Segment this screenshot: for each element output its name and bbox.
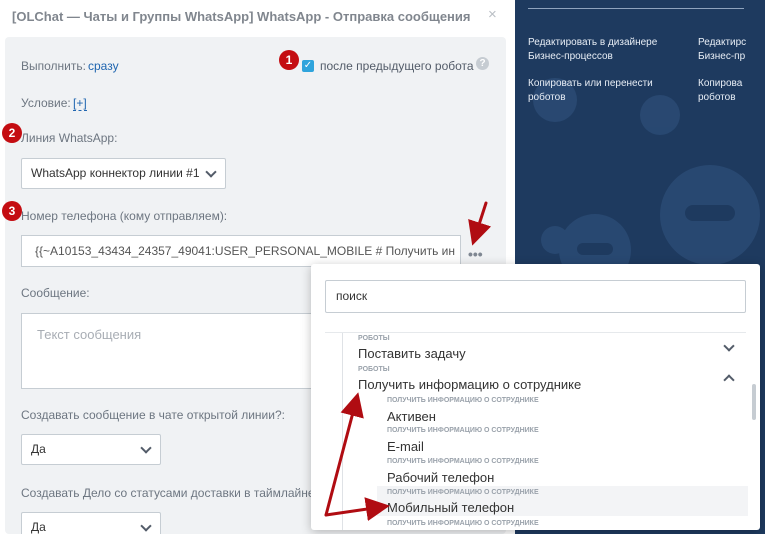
message-label: Сообщение: [21,286,90,300]
edit-in-designer-link-clipped[interactable]: Редактирс Бизнес-пр [698,36,758,64]
insert-value-button[interactable]: ••• [468,246,483,262]
row-category: РОБОТЫ [358,366,390,373]
search-input[interactable]: поиск [325,280,746,313]
step-badge-3: 3 [2,201,22,221]
after-previous-label: после предыдущего робота [320,59,474,73]
step-badge-2: 2 [2,123,22,143]
tree-line [342,333,343,530]
row-category: ПОЛУЧИТЬ ИНФОРМАЦИЮ О СОТРУДНИКЕ [387,458,539,465]
whatsapp-line-select[interactable]: WhatsApp коннектор линии #1 [21,158,226,189]
create-in-chat-label: Создавать сообщение в чате открытой лини… [21,408,285,422]
message-textarea[interactable]: Текст сообщения [21,313,321,389]
row-category: ПОЛУЧИТЬ ИНФОРМАЦИЮ О СОТРУДНИКЕ [387,520,539,527]
chevron-down-icon [140,442,152,454]
row-category: ПОЛУЧИТЬ ИНФОРМАЦИЮ О СОТРУДНИКЕ [387,397,539,404]
after-previous-checkbox[interactable]: ✓ [302,60,314,72]
create-task-label: Создавать Дело со статусами доставки в т… [21,486,325,500]
copy-robots-link[interactable]: Копировать или перенести роботов [528,77,668,105]
whatsapp-line-label: Линия WhatsApp: [21,131,118,145]
field-picker-popup: поиск РОБОТЫ Поставить задачу РОБОТЫ Пол… [311,264,760,530]
copy-robots-link-clipped[interactable]: Копирова роботов [698,77,758,105]
top-divider-line [528,8,744,9]
close-icon[interactable]: × [488,6,497,23]
phone-label: Номер телефона (кому отправляем): [21,209,228,223]
help-icon[interactable]: ? [476,57,489,70]
search-divider [325,332,746,333]
list-item-get-employee-info[interactable]: Получить информацию о сотруднике [358,377,581,392]
create-task-value: Да [31,520,46,534]
execute-label: Выполнить: [21,59,86,73]
phone-input[interactable]: {{~A10153_43434_24357_49041:USER_PERSONA… [21,235,461,267]
dialog-title: [OLChat — Чаты и Группы WhatsApp] WhatsA… [12,9,471,24]
step-badge-1: 1 [279,50,299,70]
row-category: ПОЛУЧИТЬ ИНФОРМАЦИЮ О СОТРУДНИКЕ [387,489,539,496]
scrollbar[interactable] [752,384,756,420]
list-item-active[interactable]: Активен [387,409,436,424]
chevron-up-icon[interactable] [723,374,735,386]
whatsapp-line-value: WhatsApp коннектор линии #1 [31,166,200,180]
condition-add-link[interactable]: [+] [73,96,87,111]
create-in-chat-value: Да [31,442,46,456]
list-item-work-phone[interactable]: Рабочий телефон [387,470,494,485]
list-item-mobile-phone[interactable]: Мобильный телефон [387,500,514,515]
chevron-down-icon [205,166,217,178]
edit-in-designer-link[interactable]: Редактировать в дизайнере Бизнес-процесс… [528,36,668,64]
list-item-set-task[interactable]: Поставить задачу [358,346,466,361]
condition-label: Условие: [21,96,71,110]
chevron-down-icon[interactable] [723,340,735,352]
execute-value-link[interactable]: сразу [88,59,119,73]
row-category: РОБОТЫ [358,335,390,342]
row-category: ПОЛУЧИТЬ ИНФОРМАЦИЮ О СОТРУДНИКЕ [387,427,539,434]
create-in-chat-select[interactable]: Да [21,434,161,465]
create-task-select[interactable]: Да [21,512,161,534]
list-item-email[interactable]: E-mail [387,439,424,454]
chevron-down-icon [140,520,152,532]
